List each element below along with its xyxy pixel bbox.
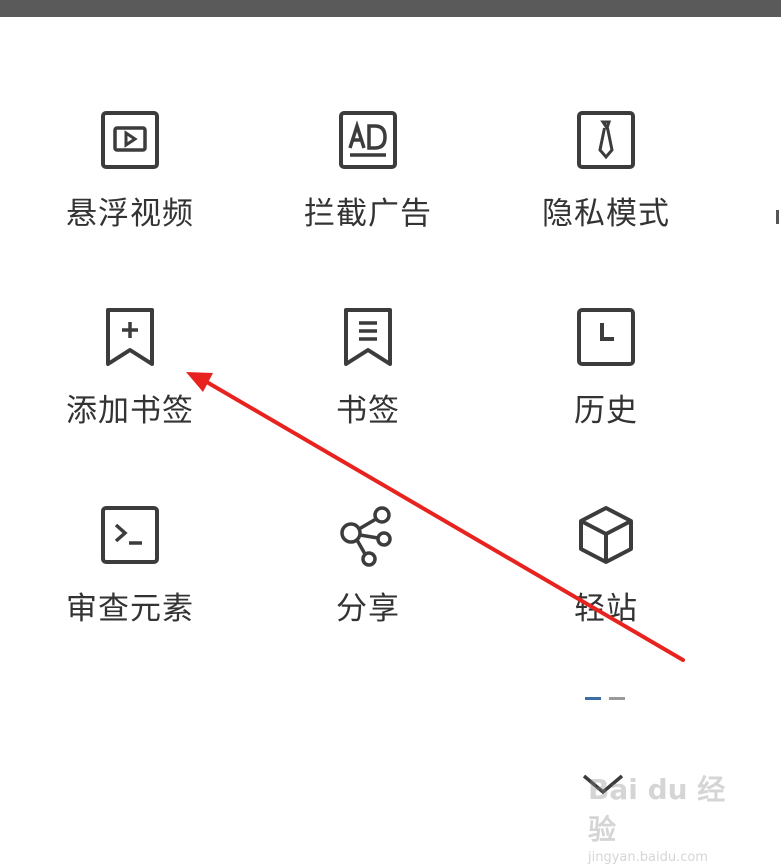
menu-item-share[interactable]: 分享 (268, 503, 468, 628)
menu-item-light-site[interactable]: 轻站 (506, 503, 706, 628)
menu-item-label: 添加书签 (66, 393, 194, 429)
menu-item-history[interactable]: 历史 (506, 305, 706, 430)
menu-item-ad-block[interactable]: 拦截广告 (268, 108, 468, 233)
watermark-url: jingyan.baidu.com (588, 850, 708, 865)
bookmark-icon (336, 305, 400, 369)
menu-item-inspect-element[interactable]: 审查元素 (30, 503, 230, 628)
menu-item-label: 悬浮视频 (66, 196, 194, 232)
menu-item-label: 审查元素 (66, 591, 194, 627)
page-indicator (585, 697, 627, 701)
menu-item-add-bookmark[interactable]: 添加书签 (30, 305, 230, 430)
baidu-jingyan-watermark: Bai du 经验 jingyan.baidu.com (588, 768, 738, 865)
menu-item-floating-video[interactable]: 悬浮视频 (30, 108, 230, 233)
add-bookmark-icon (98, 305, 162, 369)
page-dot-inactive[interactable] (609, 697, 625, 700)
privacy-mode-icon (574, 108, 638, 172)
menu-item-label: 历史 (574, 393, 638, 429)
menu-item-label: 分享 (336, 591, 400, 627)
page-dot-active (585, 697, 601, 700)
menu-item-bookmarks[interactable]: 书签 (268, 305, 468, 430)
menu-item-label: 隐私模式 (542, 196, 670, 232)
history-icon (574, 305, 638, 369)
menu-item-label: 轻站 (574, 591, 638, 627)
inspect-element-icon (98, 503, 162, 567)
menu-item-label: 拦截广告 (304, 196, 432, 232)
menu-grid: 悬浮视频 拦截广告 隐私模式 添加书签 书签 历史 审查元素 分享 轻站 (0, 0, 781, 852)
watermark-logo: Bai du 经验 (588, 773, 726, 846)
share-icon (336, 503, 400, 567)
ad-block-icon (336, 108, 400, 172)
floating-video-icon (98, 108, 162, 172)
light-site-icon (574, 503, 638, 567)
menu-item-privacy-mode[interactable]: 隐私模式 (506, 108, 706, 233)
menu-item-label: 书签 (336, 393, 400, 429)
